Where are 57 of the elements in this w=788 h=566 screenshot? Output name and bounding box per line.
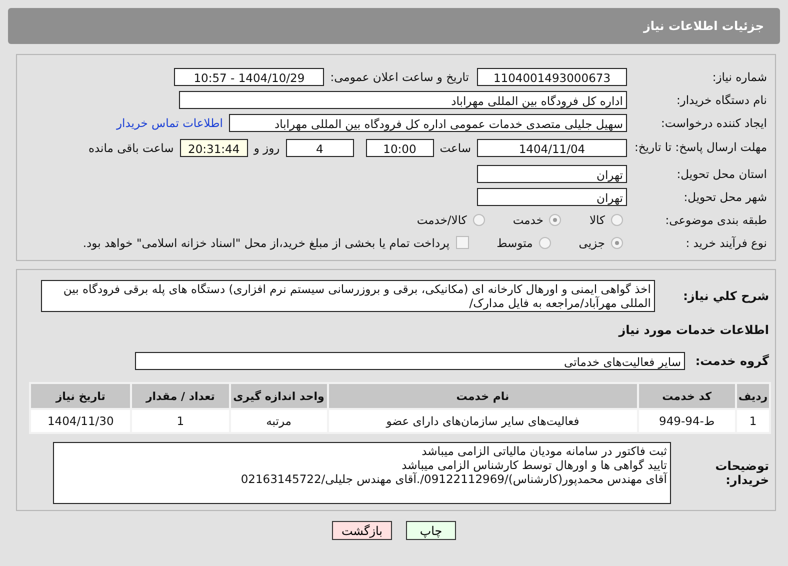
remaining-time-field: 20:31:44 xyxy=(180,139,248,157)
column-header: واحد اندازه گیری xyxy=(230,383,328,409)
field-label: شهر محل تحویل: xyxy=(682,190,768,204)
remaining-label: ساعت باقی مانده xyxy=(88,141,174,155)
radio-button[interactable] xyxy=(538,236,551,248)
field-label: توضیحات خریدار: xyxy=(714,459,770,487)
field-label: شماره نیاز: xyxy=(711,70,768,84)
radio-label: کالا xyxy=(589,212,605,226)
column-header: تعداد / مقدار xyxy=(131,383,230,409)
province-field: تهران xyxy=(477,164,627,182)
field-label: استان محل تحویل: xyxy=(676,166,768,180)
field-label: گروه خدمت: xyxy=(694,354,770,368)
service-group-field: سایر فعالیت‌های خدماتی xyxy=(135,352,685,370)
field-label: ایجاد کننده درخواست: xyxy=(660,116,768,130)
field-label: مهلت ارسال پاسخ: تا تاریخ: xyxy=(633,141,768,155)
checkbox-label: پرداخت تمام یا بخشی از مبلغ خرید،از محل "اسناد خزانه اسلامی" خواهد بود. xyxy=(82,236,450,250)
section-title: اطلاعات خدمات مورد نیاز xyxy=(618,322,770,336)
field-label: تاریخ و ساعت اعلان عمومی: xyxy=(330,70,469,84)
checkbox[interactable] xyxy=(456,236,469,249)
table-cell: 1 xyxy=(131,409,230,433)
need-number-field: 1104001493000673 xyxy=(477,68,627,86)
table-cell: ط-94-949 xyxy=(638,409,736,433)
buyer-contact-link[interactable]: اطلاعات تماس خریدار xyxy=(116,116,223,130)
radio-button[interactable] xyxy=(611,236,623,248)
announce-date-field: 1404/10/29 - 10:57 xyxy=(174,68,324,86)
radio-button[interactable] xyxy=(472,214,485,226)
days-label: روز و xyxy=(254,141,280,155)
table-cell: 1 xyxy=(736,409,770,433)
field-label: شرح کلي نياز: xyxy=(682,289,770,303)
column-header: ردیف xyxy=(736,383,770,409)
column-header: نام خدمت xyxy=(328,383,638,409)
radio-label: جزیی xyxy=(578,236,605,250)
column-header: تاریخ نیاز xyxy=(30,383,132,409)
deadline-time-field: 10:00 xyxy=(366,139,434,157)
description-textarea: اخذ گواهی ایمنی و اورهال کارخانه ای (مکانیکی، برقی و بروزرسانی سیستم نرم افزاری) دستگاه های پله برقی فرودگاه بین المللی مهرآباد/مراجعه به فایل مدارک/ xyxy=(41,280,655,312)
time-label: ساعت xyxy=(440,141,471,155)
field-label: طبقه بندی موضوعی: xyxy=(664,212,768,226)
radio-button[interactable] xyxy=(549,214,562,226)
creator-field: سهیل جلیلی متصدی خدمات عمومی اداره کل فرودگاه بین المللی مهراباد xyxy=(229,114,627,132)
buyer-org-field: اداره کل فرودگاه بین المللی مهراباد xyxy=(179,90,627,108)
radio-button[interactable] xyxy=(611,214,623,226)
field-label: نام دستگاه خریدار: xyxy=(675,92,768,106)
back-button[interactable]: بازگشت xyxy=(332,521,392,540)
column-header: کد خدمت xyxy=(638,383,736,409)
radio-label: متوسط xyxy=(496,236,533,250)
field-label: نوع فرآیند خرید : xyxy=(684,236,768,250)
table-cell: 1404/11/30 xyxy=(30,409,132,433)
buyer-notes-textarea: ثبت فاکتور در سامانه مودیان مالیاتی الزامی میباشد تایید گواهی ها و اورهال توسط کارشناس الزامی میباشد آقای مهندس محمدپور(کارشناس)/09122112969/.آقای مهندس جلیلی/02163145722 xyxy=(53,442,671,504)
page-title: جزئیات اطلاعات نیاز xyxy=(643,19,764,33)
days-field: 4 xyxy=(286,139,354,157)
city-field: تهران xyxy=(477,188,627,206)
print-button[interactable]: چاپ xyxy=(406,521,456,540)
table-cell: مرتبه xyxy=(230,409,328,433)
radio-label: خدمت xyxy=(512,212,544,226)
table-cell: فعالیت‌های سایر سازمان‌های دارای عضو xyxy=(328,409,638,433)
radio-label: کالا/خدمت xyxy=(416,212,467,226)
deadline-date-field: 1404/11/04 xyxy=(477,139,627,157)
